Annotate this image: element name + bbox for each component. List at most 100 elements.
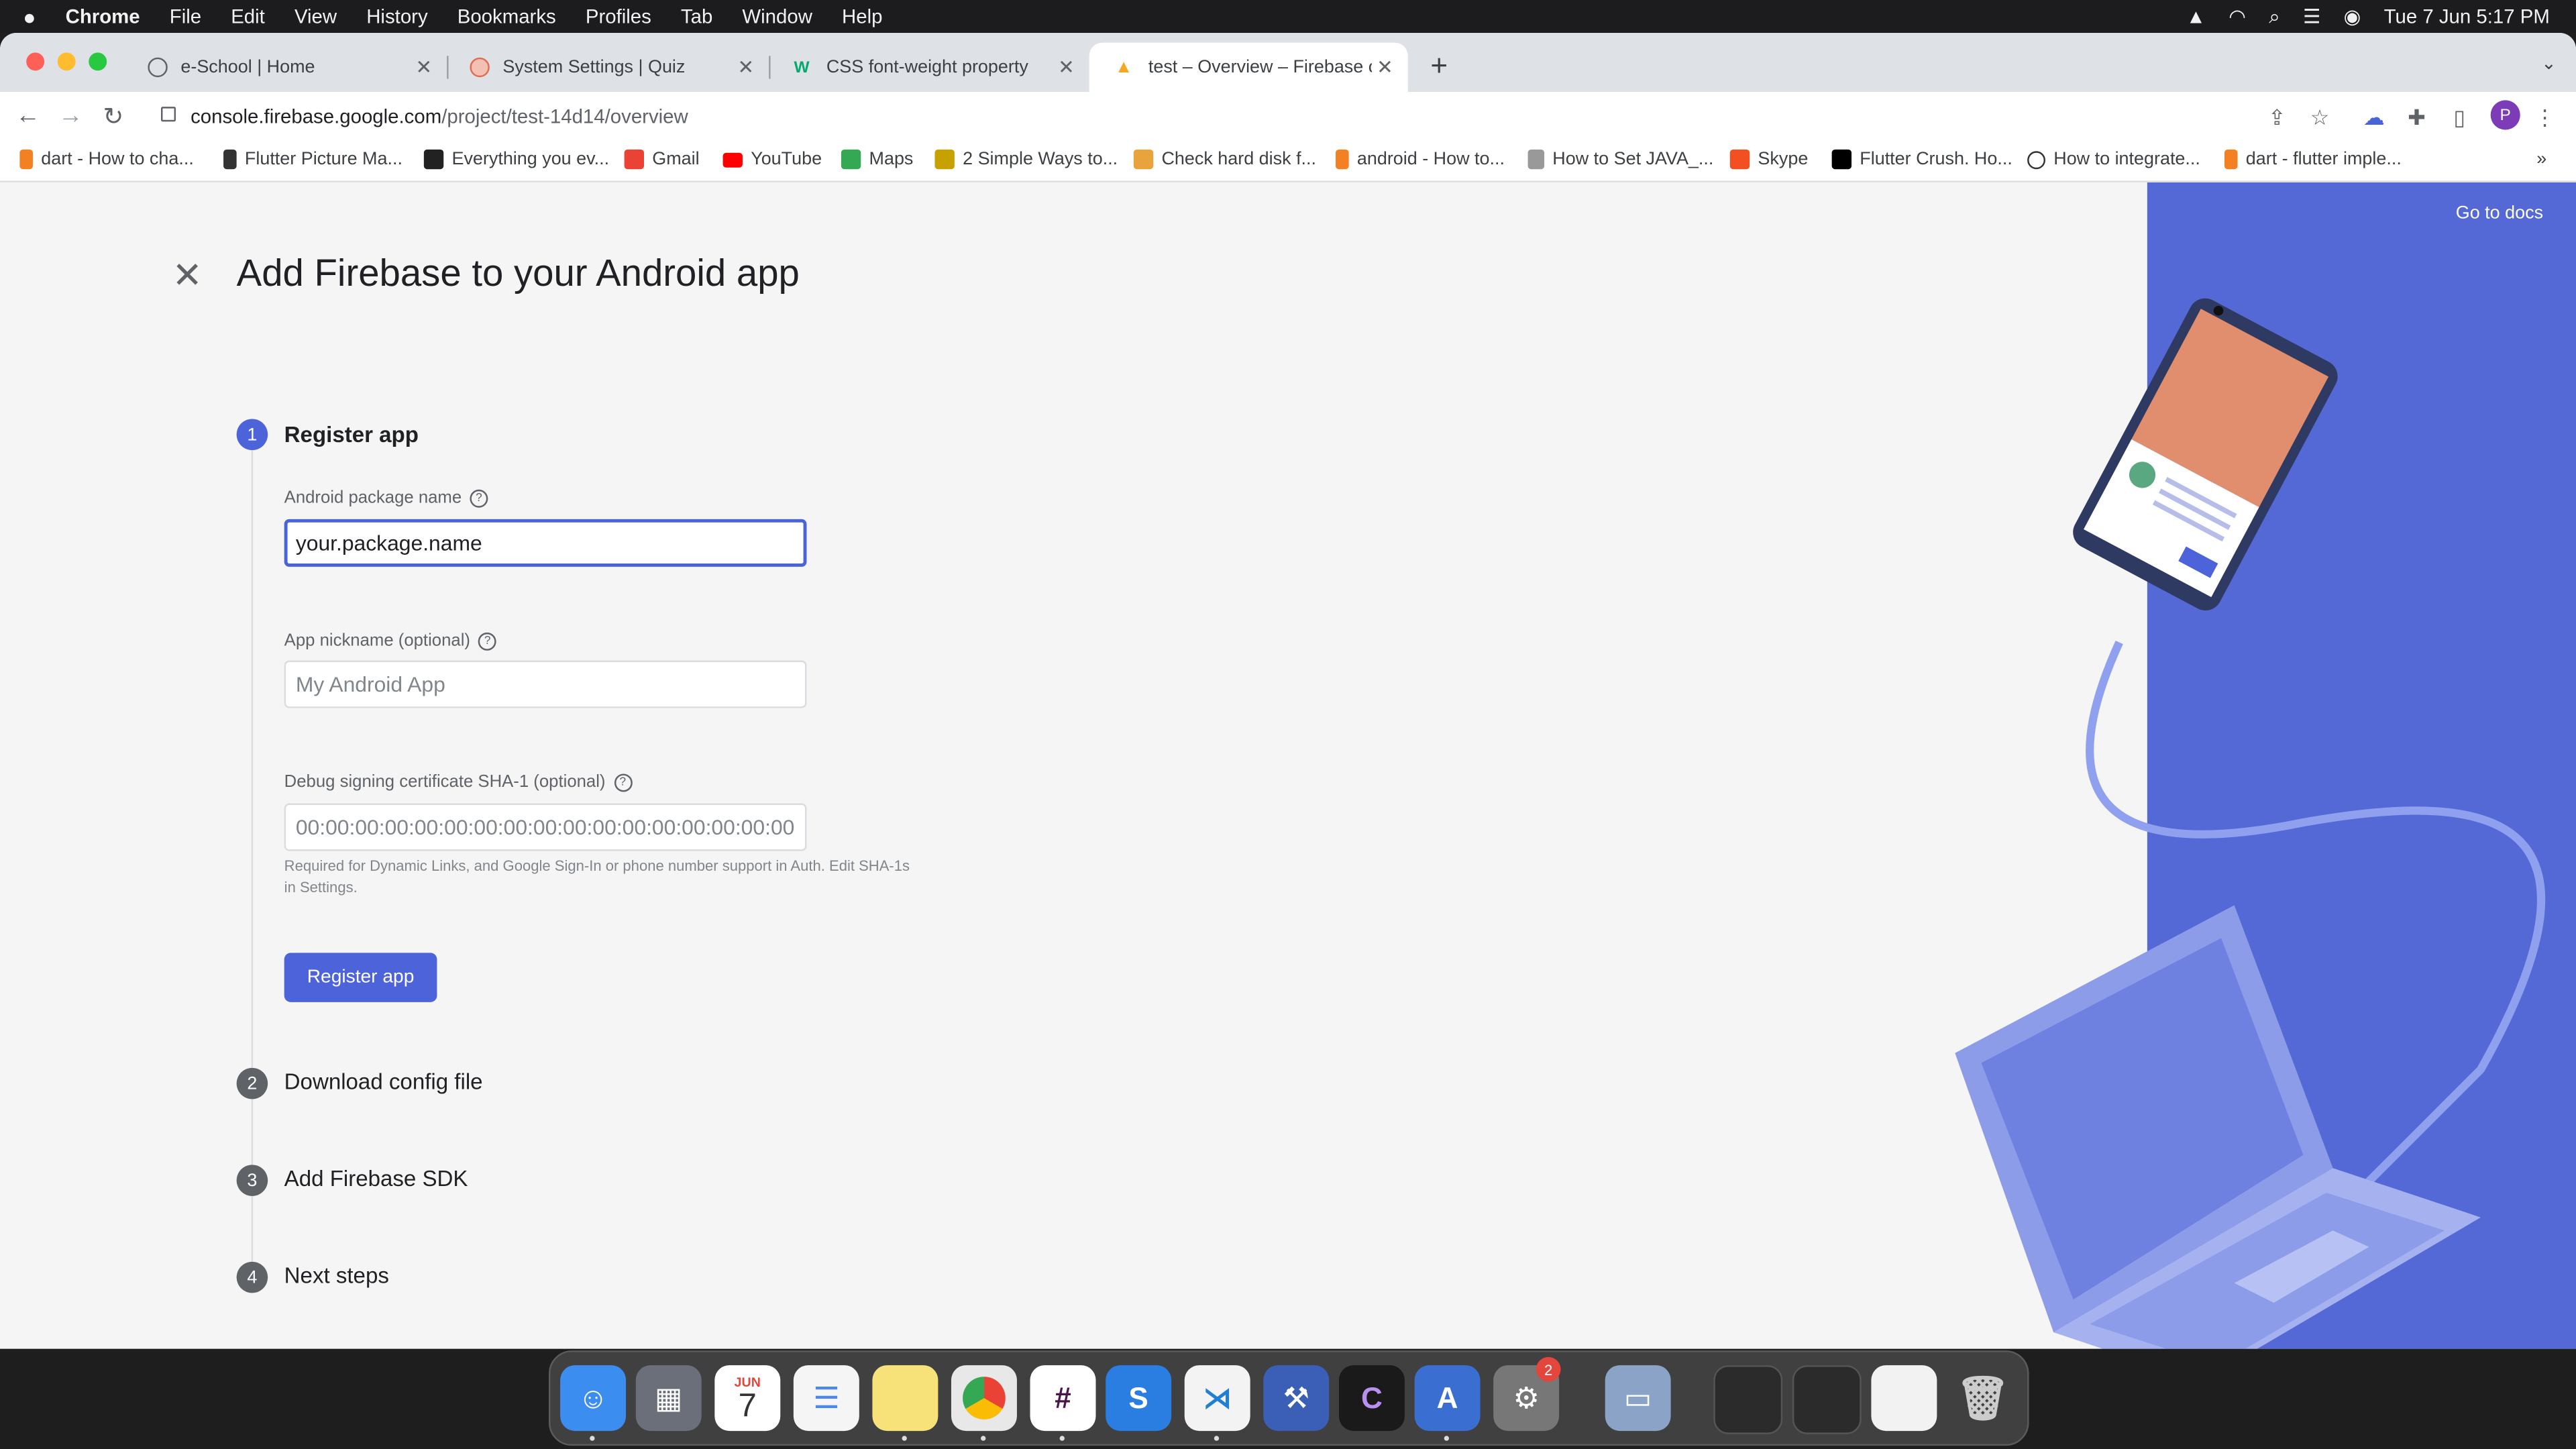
simulator-icon[interactable]: A bbox=[1414, 1365, 1481, 1432]
side-panel-icon[interactable]: ▯ bbox=[2447, 105, 2473, 131]
bookmark-item[interactable]: Gmail bbox=[624, 149, 700, 170]
bookmarks-bar: dart - How to cha... Flutter Picture Ma.… bbox=[0, 141, 2576, 182]
menu-help[interactable]: Help bbox=[842, 5, 882, 28]
tab-eschool[interactable]: e-School | Home ✕ bbox=[125, 43, 449, 92]
menu-tab[interactable]: Tab bbox=[681, 5, 712, 28]
address-bar[interactable]: console.firebase.google.com/project/test… bbox=[145, 97, 2347, 136]
menu-profiles[interactable]: Profiles bbox=[586, 5, 651, 28]
close-tab-icon[interactable]: ✕ bbox=[411, 56, 437, 78]
trash-icon[interactable]: 🗑 bbox=[1950, 1365, 2016, 1431]
wifi-icon[interactable]: ◠ bbox=[2229, 5, 2246, 28]
maximize-window-button[interactable] bbox=[89, 52, 107, 71]
help-icon[interactable]: ? bbox=[613, 773, 632, 792]
sha1-input[interactable] bbox=[284, 803, 807, 851]
creative-app-icon[interactable]: C bbox=[1338, 1365, 1405, 1432]
step-3-label[interactable]: Add Firebase SDK bbox=[284, 1167, 468, 1191]
close-tab-icon[interactable]: ✕ bbox=[733, 56, 759, 78]
apple-icon[interactable]: ● bbox=[23, 4, 36, 29]
slack-icon[interactable]: # bbox=[1030, 1365, 1096, 1432]
bookmark-item[interactable]: dart - flutter imple... bbox=[2224, 149, 2402, 170]
step-4-label[interactable]: Next steps bbox=[284, 1263, 389, 1288]
calendar-icon[interactable]: JUN 7 bbox=[714, 1365, 781, 1432]
preview-icon[interactable]: ▭ bbox=[1605, 1365, 1671, 1432]
siri-icon[interactable]: ◉ bbox=[2344, 5, 2361, 28]
package-name-input[interactable] bbox=[284, 519, 807, 567]
step-2-label[interactable]: Download config file bbox=[284, 1069, 483, 1094]
address-url[interactable]: console.firebase.google.com/project/test… bbox=[191, 105, 688, 128]
tab-css-font-weight[interactable]: W CSS font-weight property ✕ bbox=[767, 43, 1089, 92]
bookmark-item[interactable]: Flutter Crush. Ho... bbox=[1831, 149, 2012, 170]
menu-window[interactable]: Window bbox=[742, 5, 812, 28]
tab-firebase-overview[interactable]: ▲ test – Overview – Firebase con ✕ bbox=[1089, 42, 1408, 93]
close-icon[interactable]: ✕ bbox=[171, 255, 204, 298]
running-indicator bbox=[1214, 1436, 1220, 1441]
bookmark-item[interactable]: Maps bbox=[841, 149, 914, 170]
recent-window-thumbnail[interactable] bbox=[1871, 1365, 1937, 1432]
menu-history[interactable]: History bbox=[366, 5, 427, 28]
profile-avatar[interactable]: P bbox=[2490, 100, 2520, 130]
bookmark-item[interactable]: How to integrate... bbox=[2027, 150, 2200, 169]
help-icon[interactable]: ? bbox=[478, 631, 497, 650]
recent-window-thumbnail[interactable] bbox=[1713, 1365, 1783, 1434]
bookmark-label: How to Set JAVA_... bbox=[1552, 149, 1714, 170]
extensions-puzzle-icon[interactable]: ✚ bbox=[2404, 105, 2430, 131]
register-app-button[interactable]: Register app bbox=[284, 953, 437, 1002]
help-icon[interactable]: ? bbox=[470, 488, 488, 507]
reminders-icon[interactable]: ☰ bbox=[793, 1365, 859, 1432]
bookmark-item[interactable]: Everything you ev... bbox=[423, 149, 609, 170]
close-tab-icon[interactable]: ✕ bbox=[1053, 56, 1079, 78]
bookmark-label: Maps bbox=[869, 149, 914, 170]
step-4-number: 4 bbox=[236, 1261, 268, 1293]
nickname-label-text: App nickname (optional) bbox=[284, 631, 470, 651]
control-center-icon[interactable]: ☰ bbox=[2303, 5, 2320, 28]
firebase-icon: ▲ bbox=[1114, 57, 1133, 78]
bookmark-item[interactable]: YouTube bbox=[722, 150, 822, 169]
close-window-button[interactable] bbox=[26, 52, 45, 71]
menu-bookmarks[interactable]: Bookmarks bbox=[458, 5, 556, 28]
menu-app-name[interactable]: Chrome bbox=[66, 5, 140, 28]
step-1-number: 1 bbox=[236, 419, 268, 451]
bookmark-item[interactable]: Check hard disk f... bbox=[1133, 149, 1316, 170]
menu-file[interactable]: File bbox=[170, 5, 201, 28]
extension-cloud-icon[interactable]: ☁ bbox=[2361, 105, 2387, 131]
bookmark-item[interactable]: Flutter Picture Ma... bbox=[223, 149, 402, 170]
chrome-icon[interactable] bbox=[951, 1365, 1017, 1432]
bookmark-item[interactable]: dart - How to cha... bbox=[19, 149, 194, 170]
notes-icon[interactable] bbox=[872, 1365, 938, 1432]
recent-window-thumbnail[interactable] bbox=[1792, 1365, 1862, 1434]
tab-system-settings[interactable]: System Settings | Quiz ✕ bbox=[447, 43, 771, 92]
new-tab-icon[interactable]: + bbox=[1426, 49, 1452, 83]
back-icon[interactable]: ← bbox=[13, 102, 43, 130]
firebase-page: ✕ Add Firebase to your Android app 1 Reg… bbox=[0, 182, 2576, 1349]
elephant-status-icon[interactable]: ▲ bbox=[2186, 5, 2206, 28]
bookmark-star-icon[interactable]: ☆ bbox=[2306, 105, 2332, 131]
forward-icon[interactable]: → bbox=[56, 102, 85, 130]
menu-clock[interactable]: Tue 7 Jun 5:17 PM bbox=[2384, 5, 2550, 28]
tab-search-chevron-icon[interactable]: ⌄ bbox=[2541, 52, 2557, 74]
skype-icon bbox=[1729, 149, 1750, 170]
bookmark-item[interactable]: 2 Simple Ways to... bbox=[934, 149, 1118, 170]
launchpad-icon[interactable]: ▦ bbox=[635, 1365, 702, 1432]
menu-view[interactable]: View bbox=[294, 5, 337, 28]
reload-icon[interactable]: ↻ bbox=[99, 102, 128, 131]
vscode-icon[interactable]: ⋊ bbox=[1184, 1365, 1250, 1432]
w3schools-icon: W bbox=[794, 58, 810, 76]
menu-edit[interactable]: Edit bbox=[231, 5, 265, 28]
more-bookmarks-icon[interactable]: » bbox=[2536, 150, 2546, 169]
nickname-input[interactable] bbox=[284, 660, 807, 708]
bookmark-item[interactable]: Skype bbox=[1729, 149, 1808, 170]
bookmark-item[interactable]: How to Set JAVA_... bbox=[1527, 149, 1714, 170]
finder-icon[interactable]: ☺ bbox=[560, 1365, 627, 1432]
spotlight-search-icon[interactable]: ⌕ bbox=[2269, 4, 2279, 29]
bookmark-label: Flutter Picture Ma... bbox=[244, 149, 402, 170]
minimize-window-button[interactable] bbox=[57, 52, 76, 71]
lock-icon[interactable] bbox=[161, 107, 176, 122]
share-icon[interactable]: ⇪ bbox=[2264, 105, 2290, 131]
go-to-docs-link[interactable]: Go to docs bbox=[2456, 204, 2543, 223]
close-tab-icon[interactable]: ✕ bbox=[1372, 56, 1398, 78]
gmail-icon bbox=[624, 149, 645, 170]
chrome-menu-icon[interactable]: ⋮ bbox=[2532, 105, 2558, 131]
skype-icon[interactable]: S bbox=[1106, 1365, 1172, 1432]
xcode-icon[interactable]: ⚒ bbox=[1263, 1365, 1330, 1432]
bookmark-item[interactable]: android - How to... bbox=[1336, 149, 1505, 170]
